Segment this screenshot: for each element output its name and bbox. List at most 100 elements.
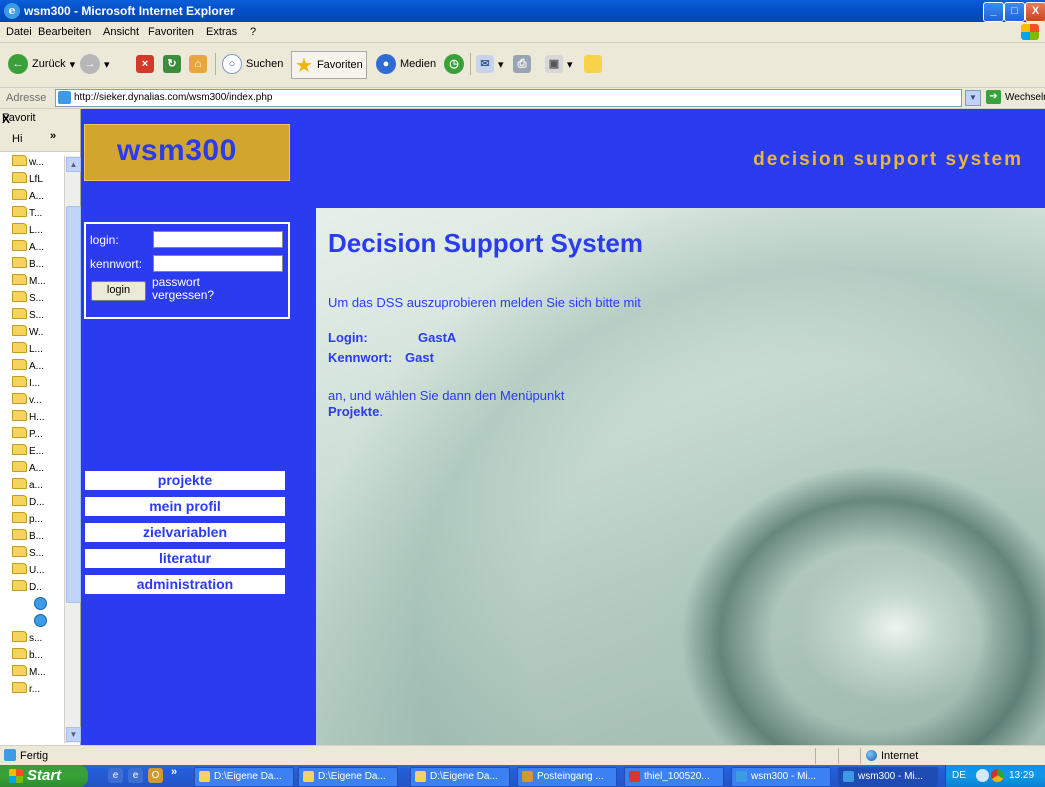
nav-mein-profil[interactable]: mein profil xyxy=(85,497,285,516)
favorites-item[interactable]: M... xyxy=(12,665,46,682)
intro-text: Um das DSS auszuprobieren melden Sie sic… xyxy=(328,295,641,310)
menu-help[interactable]: ? xyxy=(250,26,256,38)
search-button[interactable]: ○ Suchen xyxy=(222,51,283,77)
menu-edit[interactable]: Bearbeiten xyxy=(38,26,91,38)
favorites-item[interactable]: LfL xyxy=(12,172,43,189)
language-indicator[interactable]: DE xyxy=(952,770,966,781)
favorites-item[interactable]: D.. xyxy=(12,580,42,597)
favorites-item[interactable]: L... xyxy=(12,223,43,240)
favorites-item[interactable]: A... xyxy=(12,240,44,257)
task-button[interactable]: D:\Eigene Da... xyxy=(298,767,398,787)
favorites-item[interactable]: p... xyxy=(12,512,43,529)
favorites-more-icon[interactable]: » xyxy=(50,130,56,142)
quicklaunch-app-icon[interactable]: e xyxy=(128,768,143,783)
taskbar: Start e e O » D:\Eigene Da... D:\Eigene … xyxy=(0,765,1045,787)
favorites-item[interactable]: A... xyxy=(12,359,44,376)
nav-zielvariablen[interactable]: zielvariablen xyxy=(85,523,285,542)
minimize-button[interactable]: _ xyxy=(983,2,1004,22)
address-input[interactable]: http://sieker.dynalias.com/wsm300/index.… xyxy=(55,89,962,107)
forward-button[interactable]: → ▾ xyxy=(80,51,110,77)
nav-literatur[interactable]: literatur xyxy=(85,549,285,568)
favorites-item[interactable]: I... xyxy=(12,376,40,393)
favorites-item[interactable]: M... xyxy=(12,274,46,291)
scroll-up-icon[interactable]: ▲ xyxy=(66,157,81,172)
folder-icon xyxy=(12,682,27,693)
go-button-label[interactable]: Wechseln zu xyxy=(1005,92,1045,103)
scrollbar-thumb[interactable] xyxy=(66,206,81,603)
tray-icon[interactable] xyxy=(976,769,989,782)
favorites-item[interactable] xyxy=(34,614,47,631)
stop-button[interactable]: × xyxy=(136,51,154,77)
favorites-item[interactable]: A... xyxy=(12,189,44,206)
menu-favorites[interactable]: Favoriten xyxy=(148,26,194,38)
favorites-item[interactable]: B... xyxy=(12,529,44,546)
window-titlebar[interactable]: e wsm300 - Microsoft Internet Explorer _… xyxy=(0,0,1045,22)
nav-projekte[interactable]: projekte xyxy=(85,471,285,490)
task-button[interactable]: Posteingang ... xyxy=(517,767,617,787)
favorites-item[interactable]: S... xyxy=(12,546,44,563)
menu-file[interactable]: Datei xyxy=(6,26,32,38)
favorites-item[interactable]: a... xyxy=(12,478,43,495)
mail-button[interactable]: ✉ ▾ xyxy=(476,51,504,77)
favorites-item[interactable]: H... xyxy=(12,410,45,427)
nav-administration[interactable]: administration xyxy=(85,575,285,594)
menu-view[interactable]: Ansicht xyxy=(103,26,139,38)
menu-tools[interactable]: Extras xyxy=(206,26,237,38)
favorites-item[interactable]: b... xyxy=(12,648,43,665)
task-button[interactable]: thiel_100520... xyxy=(624,767,724,787)
password-input[interactable] xyxy=(153,255,283,272)
tray-icon[interactable] xyxy=(991,769,1004,782)
folder-icon xyxy=(12,325,27,336)
media-button[interactable]: ● Medien xyxy=(376,51,436,77)
favorites-item[interactable]: D... xyxy=(12,495,45,512)
quicklaunch-ie-icon[interactable]: e xyxy=(108,768,123,783)
favorites-item[interactable]: L... xyxy=(12,342,43,359)
favorites-item[interactable] xyxy=(34,597,47,614)
maximize-button[interactable]: □ xyxy=(1004,2,1025,22)
start-button[interactable]: Start xyxy=(0,765,88,787)
quicklaunch-more-icon[interactable]: » xyxy=(171,766,177,778)
forgot-password-link[interactable]: passwort vergessen? xyxy=(152,276,214,302)
back-button[interactable]: ← Zurück ▾ xyxy=(8,51,75,77)
favorites-item[interactable]: U... xyxy=(12,563,45,580)
home-button[interactable]: ⌂ xyxy=(189,51,207,77)
task-button[interactable]: D:\Eigene Da... xyxy=(194,767,294,787)
task-button[interactable]: D:\Eigene Da... xyxy=(410,767,510,787)
favorites-item-label: w... xyxy=(29,157,45,168)
status-divider xyxy=(815,748,816,764)
folder-icon xyxy=(12,342,27,353)
favorites-item[interactable]: W.. xyxy=(12,325,43,342)
favorites-item[interactable]: A... xyxy=(12,461,44,478)
favorites-item[interactable]: S... xyxy=(12,291,44,308)
quicklaunch-mail-icon[interactable]: O xyxy=(148,768,163,783)
history-button[interactable]: ◷ xyxy=(444,51,464,77)
login-input[interactable] xyxy=(153,231,283,248)
favorites-scrollbar[interactable]: ▲ ▼ xyxy=(64,156,81,743)
refresh-button[interactable]: ↻ xyxy=(163,51,181,77)
favorites-item[interactable]: P... xyxy=(12,427,43,444)
messenger-button[interactable] xyxy=(584,51,602,77)
favorites-button[interactable]: ★ Favoriten xyxy=(291,51,367,79)
favorites-add-button[interactable]: Hi xyxy=(12,133,22,145)
close-button[interactable]: X xyxy=(1025,2,1045,22)
favorites-item[interactable]: v... xyxy=(12,393,42,410)
task-button-active[interactable]: wsm300 - Mi... xyxy=(838,767,938,787)
favorites-item[interactable]: S... xyxy=(12,308,44,325)
favorites-close-icon[interactable]: X xyxy=(2,112,10,126)
address-dropdown-icon[interactable]: ▼ xyxy=(965,90,981,106)
print-button[interactable]: ⎙ xyxy=(513,51,531,77)
windows-logo-icon xyxy=(1021,24,1039,40)
login-button[interactable]: login xyxy=(91,281,146,301)
favorites-item[interactable]: B... xyxy=(12,257,44,274)
task-button[interactable]: wsm300 - Mi... xyxy=(731,767,831,787)
favorites-item[interactable]: r... xyxy=(12,682,40,699)
scroll-down-icon[interactable]: ▼ xyxy=(66,727,81,742)
favorites-item[interactable]: E... xyxy=(12,444,44,461)
favorites-item[interactable]: w... xyxy=(12,155,44,172)
favorites-item[interactable]: T... xyxy=(12,206,42,223)
projekte-link[interactable]: Projekte xyxy=(328,404,379,419)
go-arrow-icon[interactable]: ➔ xyxy=(986,90,1001,104)
site-logo[interactable]: wsm300 xyxy=(84,124,290,181)
edit-button[interactable]: ▣ ▾ xyxy=(545,51,573,77)
favorites-item[interactable]: s... xyxy=(12,631,42,648)
